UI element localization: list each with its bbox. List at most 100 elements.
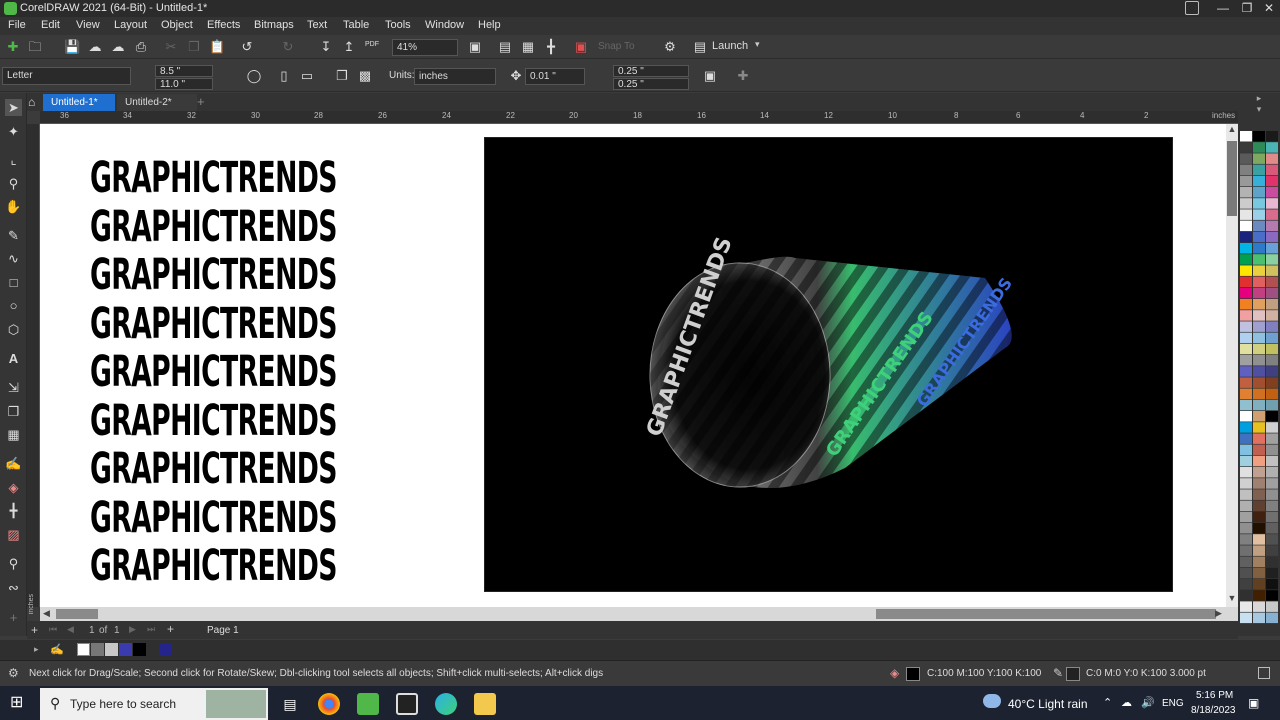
duplicate-y-input[interactable]: 0.25 " bbox=[613, 78, 689, 90]
palette-swatch[interactable] bbox=[1266, 545, 1278, 556]
ellipse-tool-icon[interactable]: ○ bbox=[5, 297, 22, 314]
show-guidelines-icon[interactable]: ╋ bbox=[543, 39, 559, 55]
cut-icon[interactable]: ✂ bbox=[163, 39, 179, 55]
word-line[interactable]: GRAPHICTRENDS bbox=[90, 299, 338, 349]
palette-swatch[interactable] bbox=[1240, 388, 1252, 400]
palette-swatch[interactable] bbox=[1253, 243, 1265, 254]
text-tool-icon[interactable]: A bbox=[5, 350, 22, 367]
palette-swatch[interactable] bbox=[1240, 366, 1252, 377]
new-document-icon[interactable]: ✚ bbox=[5, 39, 21, 55]
edge-icon[interactable] bbox=[435, 693, 457, 715]
palette-swatch[interactable] bbox=[1253, 399, 1265, 411]
add-page-before-icon[interactable]: + bbox=[31, 623, 38, 637]
palette-swatch[interactable] bbox=[1266, 601, 1278, 612]
graphictrends-text-stack[interactable]: GRAPHICTRENDS GRAPHICTRENDS GRAPHICTREND… bbox=[90, 154, 390, 591]
palette-swatch[interactable] bbox=[1240, 556, 1252, 568]
palette-swatch[interactable] bbox=[1240, 455, 1252, 467]
menu-file[interactable]: File bbox=[8, 19, 26, 31]
tab-untitled-2[interactable]: Untitled-2* bbox=[117, 94, 197, 111]
pick-tool-icon[interactable]: ➤ bbox=[5, 99, 22, 116]
palette-swatch[interactable] bbox=[1240, 131, 1252, 142]
palette-swatch[interactable] bbox=[1240, 399, 1252, 411]
vertical-ruler[interactable]: inches bbox=[27, 124, 40, 614]
palette-swatch[interactable] bbox=[1253, 411, 1265, 422]
rectangle-tool-icon[interactable]: □ bbox=[5, 274, 22, 291]
save-icon[interactable]: 💾 bbox=[64, 39, 80, 55]
taskbar-search-input[interactable]: ⚲ Type here to search bbox=[40, 688, 268, 720]
palette-swatch[interactable] bbox=[1253, 579, 1265, 590]
portrait-icon[interactable]: ▯ bbox=[276, 68, 292, 84]
crop-tool-icon[interactable]: ⌞ bbox=[5, 151, 22, 168]
windows-start-icon[interactable]: ⊞ bbox=[10, 694, 28, 712]
palette-swatch[interactable] bbox=[1253, 377, 1265, 388]
palette-swatch[interactable] bbox=[1240, 444, 1252, 456]
palette-swatch[interactable] bbox=[1253, 478, 1265, 489]
palette-swatch[interactable] bbox=[1240, 209, 1252, 220]
palette-swatch[interactable] bbox=[1266, 411, 1278, 422]
palette-swatch[interactable] bbox=[1240, 187, 1252, 198]
palette-swatch[interactable] bbox=[1253, 355, 1265, 366]
palette-swatch[interactable] bbox=[1266, 131, 1278, 142]
paste-icon[interactable]: 📋 bbox=[209, 39, 225, 55]
language-indicator[interactable]: ENG bbox=[1162, 698, 1184, 709]
palette-swatch[interactable] bbox=[1266, 343, 1278, 355]
palette-swatch[interactable] bbox=[1240, 299, 1252, 310]
palette-swatch[interactable] bbox=[1253, 187, 1265, 198]
palette-swatch[interactable] bbox=[1266, 444, 1278, 456]
menu-help[interactable]: Help bbox=[478, 19, 501, 31]
palette-swatch[interactable] bbox=[1253, 153, 1265, 164]
add-preset-icon[interactable]: ✚ bbox=[735, 68, 751, 84]
no-color-swatch[interactable] bbox=[77, 643, 90, 656]
open-folder-icon[interactable]: 🗀 bbox=[27, 39, 43, 55]
palette-swatch[interactable] bbox=[1240, 142, 1252, 153]
scroll-down-icon[interactable]: ▼ bbox=[1227, 593, 1237, 605]
palette-swatch[interactable] bbox=[1240, 276, 1252, 288]
palette-swatch[interactable] bbox=[1253, 220, 1265, 232]
palette-swatch[interactable] bbox=[1240, 545, 1252, 556]
menu-layout[interactable]: Layout bbox=[114, 19, 147, 31]
palette-swatch[interactable] bbox=[1240, 523, 1252, 534]
close-button[interactable]: ✕ bbox=[1256, 0, 1280, 17]
palette-swatch[interactable] bbox=[1266, 355, 1278, 366]
palette-swatch[interactable] bbox=[1266, 142, 1278, 153]
palette-swatch[interactable] bbox=[1266, 175, 1278, 187]
palette-swatch[interactable] bbox=[1240, 567, 1252, 579]
auto-fit-icon[interactable]: ◯ bbox=[246, 68, 262, 84]
palette-swatch[interactable] bbox=[1266, 209, 1278, 220]
palette-swatch[interactable] bbox=[1266, 187, 1278, 198]
launch-button[interactable]: Launch bbox=[712, 40, 748, 52]
palette-swatch[interactable] bbox=[1240, 377, 1252, 388]
palette-swatch[interactable] bbox=[1266, 590, 1278, 601]
black-artboard-rectangle[interactable]: GRAPHICTRENDS GRAPHICTRENDS GRAPHICTREND… bbox=[484, 137, 1173, 592]
palette-swatch[interactable] bbox=[1253, 332, 1265, 344]
palette-swatch[interactable] bbox=[1266, 164, 1278, 176]
palette-swatch[interactable] bbox=[1240, 287, 1252, 299]
current-page-icon[interactable]: ▩ bbox=[357, 68, 373, 84]
zoom-level-select[interactable]: 41% bbox=[392, 39, 458, 56]
palette-swatch[interactable] bbox=[1253, 467, 1265, 478]
palette-swatch[interactable] bbox=[1240, 265, 1252, 276]
palette-swatch[interactable] bbox=[1253, 455, 1265, 467]
eyedropper-icon[interactable]: ✍ bbox=[5, 455, 22, 472]
last-page-icon[interactable]: ⏭ bbox=[147, 624, 155, 635]
palette-swatch[interactable] bbox=[1253, 299, 1265, 310]
zoom-page-icon[interactable]: ▣ bbox=[467, 39, 483, 55]
palette-swatch[interactable] bbox=[1266, 265, 1278, 276]
palette-swatch[interactable] bbox=[1253, 142, 1265, 153]
duplicate-x-input[interactable]: 0.25 " bbox=[613, 65, 689, 77]
menu-object[interactable]: Object bbox=[161, 19, 193, 31]
print-icon[interactable]: ⎙ bbox=[133, 39, 149, 55]
palette-swatch[interactable] bbox=[1240, 422, 1252, 433]
show-grid-icon[interactable]: ▦ bbox=[520, 39, 536, 55]
vertical-scroll-thumb[interactable] bbox=[1227, 141, 1237, 216]
weather-cloud-icon[interactable] bbox=[983, 694, 1001, 708]
palette-swatch[interactable] bbox=[1266, 243, 1278, 254]
palette-swatch[interactable] bbox=[1266, 377, 1278, 388]
palette-swatch[interactable] bbox=[1240, 164, 1252, 176]
undo-icon[interactable]: ↺ bbox=[239, 39, 255, 55]
all-pages-icon[interactable]: ❐ bbox=[334, 68, 350, 84]
palette-swatch[interactable] bbox=[1253, 433, 1265, 444]
next-page-icon[interactable]: ▶ bbox=[129, 624, 136, 635]
palette-swatch[interactable] bbox=[1266, 310, 1278, 321]
palette-swatch[interactable] bbox=[1253, 388, 1265, 400]
